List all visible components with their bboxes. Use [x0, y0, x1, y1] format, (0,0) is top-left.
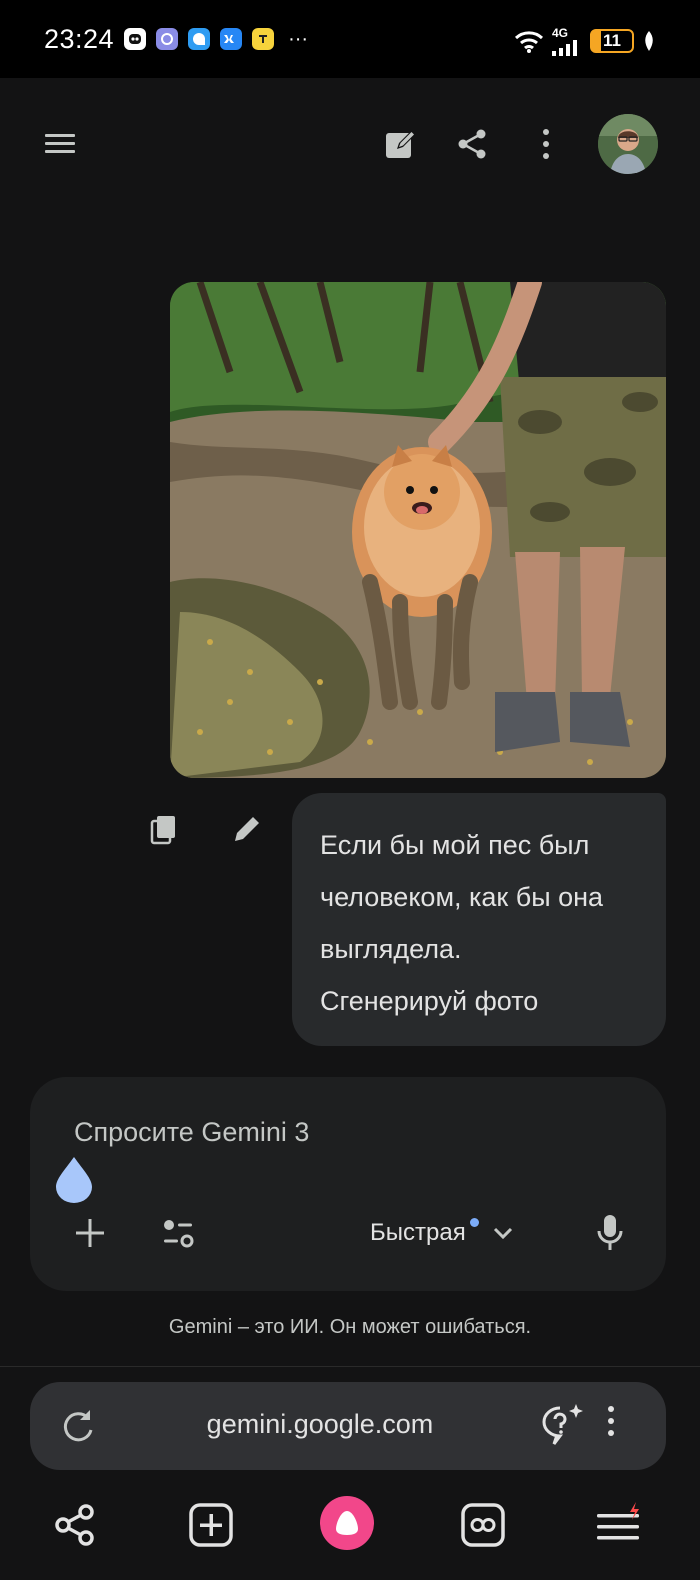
- fs-app-icon: [156, 28, 179, 50]
- browser-menu-icon[interactable]: [594, 1500, 644, 1550]
- mode-label: Быстрая: [370, 1219, 466, 1246]
- new-tab-icon[interactable]: [186, 1500, 236, 1550]
- add-attachment-icon[interactable]: [70, 1213, 110, 1253]
- wifi-icon: [514, 31, 544, 53]
- model-mode-selector[interactable]: Быстрая: [370, 1211, 517, 1255]
- message-line: выглядела.: [320, 934, 462, 964]
- menu-icon[interactable]: [38, 122, 82, 166]
- browser-bottom-nav: [0, 1486, 700, 1562]
- drop-icon: [54, 1155, 94, 1203]
- share-icon[interactable]: [450, 122, 494, 166]
- microphone-icon[interactable]: [590, 1211, 630, 1255]
- avatar[interactable]: [598, 114, 658, 174]
- browser-more-icon[interactable]: [606, 1404, 642, 1448]
- new-chat-edit-icon[interactable]: [378, 122, 422, 166]
- status-right: 4G 11: [514, 26, 656, 56]
- more-vert-icon[interactable]: [524, 122, 568, 166]
- ai-assistant-icon[interactable]: [538, 1402, 584, 1448]
- notification-icons: ···: [124, 28, 308, 51]
- new-indicator-dot: [469, 1217, 479, 1227]
- battery-indicator: 11: [590, 29, 634, 53]
- cell-signal: 4G: [552, 26, 582, 56]
- browser-url-bar[interactable]: gemini.google.com: [30, 1382, 666, 1470]
- alice-assistant-icon[interactable]: [320, 1496, 374, 1550]
- tabs-icon[interactable]: [458, 1500, 508, 1550]
- status-bar: 23:24 ··· 4G 11: [0, 0, 700, 78]
- ai-disclaimer: Gemini – это ИИ. Он может ошибаться.: [168, 1316, 532, 1338]
- messenger-icon: [188, 28, 211, 50]
- bot-icon: [124, 28, 147, 50]
- prompt-composer: Быстрая: [30, 1077, 666, 1291]
- user-message-bubble: Если бы мой пес был человеком, как бы он…: [292, 793, 666, 1046]
- url-text[interactable]: gemini.google.com: [100, 1409, 540, 1440]
- leaf-icon: [645, 31, 653, 51]
- yellow-app-icon: [252, 28, 275, 50]
- message-line: Если бы мой пес был: [320, 830, 590, 860]
- more-notifications-icon: ···: [288, 27, 309, 50]
- tools-icon[interactable]: [158, 1213, 198, 1253]
- signal-icon: [552, 40, 577, 56]
- reload-icon[interactable]: [56, 1404, 100, 1448]
- attached-photo[interactable]: [170, 282, 666, 778]
- prompt-input[interactable]: [74, 1117, 594, 1148]
- message-line: Сгенерируй фото: [320, 986, 539, 1016]
- divider: [0, 1366, 700, 1367]
- app-top-bar: [0, 78, 700, 208]
- network-type: 4G: [552, 26, 569, 40]
- status-time: 23:24: [44, 23, 115, 54]
- message-line: человеком, как бы она: [320, 882, 604, 912]
- share-icon[interactable]: [50, 1500, 100, 1550]
- chevron-down-icon: [493, 1227, 512, 1240]
- copy-icon[interactable]: [146, 812, 182, 848]
- vk-icon: [220, 28, 243, 50]
- edit-message-icon[interactable]: [228, 812, 264, 848]
